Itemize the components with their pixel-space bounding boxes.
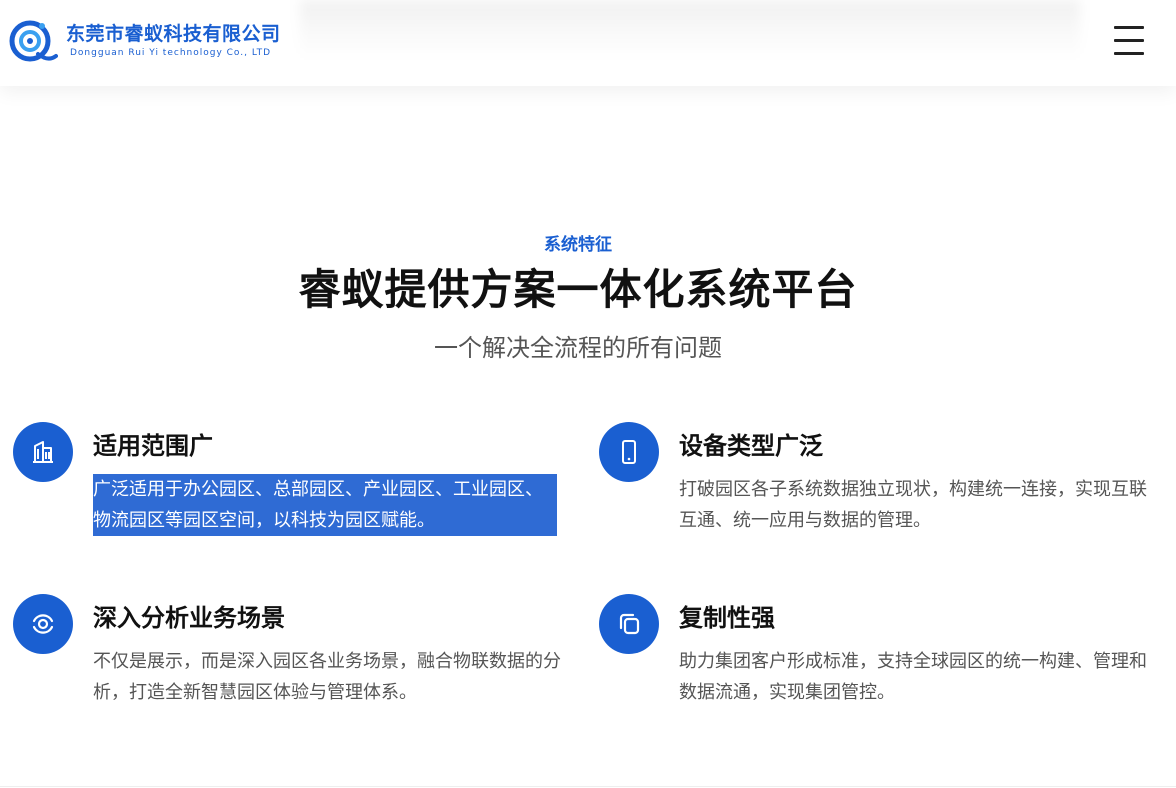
feature-title: 设备类型广泛: [679, 432, 823, 460]
feature-description: 打破园区各子系统数据独立现状，构建统一连接，实现互联互通、统一应用与数据的管理。: [679, 479, 1147, 531]
hamburger-menu-icon[interactable]: [1110, 24, 1146, 58]
section-title: 睿蚁提供方案一体化系统平台: [298, 265, 858, 314]
company-name-cn: 东莞市睿蚁科技有限公司: [66, 23, 281, 45]
feature-title: 复制性强: [679, 604, 775, 632]
feature-description: 不仅是展示，而是深入园区各业务场景，融合物联数据的分析，打造全新智慧园区体验与管…: [93, 651, 561, 703]
header-shadow: [300, 0, 1080, 60]
feature-title: 深入分析业务场景: [93, 604, 285, 632]
copy-icon: [599, 594, 659, 654]
feature-description: 助力集团客户形成标准，支持全球园区的统一构建、管理和数据流通，实现集团管控。: [679, 651, 1147, 703]
section-divider: [0, 786, 1176, 787]
logo-mark-icon: [9, 20, 58, 62]
site-header: 东莞市睿蚁科技有限公司 Dongguan Rui Yi technology C…: [0, 0, 1176, 86]
logo-text: 东莞市睿蚁科技有限公司 Dongguan Rui Yi technology C…: [66, 22, 281, 60]
feature-title: 适用范围广: [93, 432, 213, 460]
company-logo[interactable]: 东莞市睿蚁科技有限公司 Dongguan Rui Yi technology C…: [8, 14, 281, 68]
company-name-en: Dongguan Rui Yi technology Co., LTD: [70, 48, 272, 58]
mobile-device-icon: [599, 422, 659, 482]
feature-description: 广泛适用于办公园区、总部园区、产业园区、工业园区、物流园区等园区空间，以科技为园…: [93, 474, 557, 536]
analysis-eye-icon: [13, 594, 73, 654]
section-eyebrow: 系统特征: [544, 235, 612, 255]
building-icon: [13, 422, 73, 482]
section-subtitle: 一个解决全流程的所有问题: [434, 334, 722, 362]
